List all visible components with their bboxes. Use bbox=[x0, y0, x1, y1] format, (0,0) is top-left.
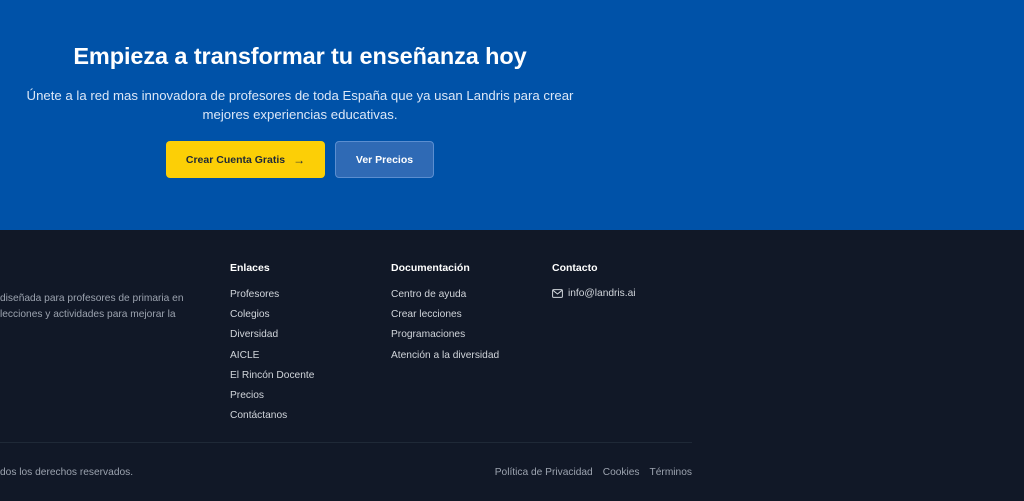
footer-link-diversidad[interactable]: Diversidad bbox=[230, 328, 314, 348]
footer-link-rincon-docente[interactable]: El Rincón Docente bbox=[230, 369, 314, 389]
footer-contact-title: Contacto bbox=[552, 262, 598, 274]
footer-about-line: diseñada para profesores de primaria en bbox=[0, 293, 184, 304]
footer-link-colegios[interactable]: Colegios bbox=[230, 308, 314, 328]
arrow-right-icon: → bbox=[293, 152, 306, 167]
create-account-button[interactable]: Crear Cuenta Gratis → bbox=[166, 141, 325, 178]
footer-about: diseñada para profesores de primaria en … bbox=[0, 291, 200, 322]
footer-about-line: lecciones y actividades para mejorar la bbox=[0, 308, 176, 320]
privacy-policy-link[interactable]: Política de Privacidad bbox=[495, 467, 593, 478]
contact-email: info@landris.ai bbox=[568, 288, 636, 299]
footer-docs-title: Documentación bbox=[391, 262, 470, 274]
view-pricing-button[interactable]: Ver Precios bbox=[335, 141, 434, 178]
terms-link[interactable]: Términos bbox=[650, 467, 692, 478]
copyright-text: dos los derechos reservados. bbox=[0, 467, 134, 478]
footer-docs-column: Documentación Centro de ayuda Crear lecc… bbox=[391, 262, 499, 369]
footer-link-precios[interactable]: Precios bbox=[230, 389, 314, 409]
footer-link-aicle[interactable]: AICLE bbox=[230, 349, 314, 369]
site-footer: diseñada para profesores de primaria en … bbox=[0, 230, 1024, 501]
legal-links: Política de Privacidad Cookies Términos bbox=[495, 467, 692, 478]
contact-email-link[interactable]: info@landris.ai bbox=[552, 288, 636, 299]
footer-doc-programaciones[interactable]: Programaciones bbox=[391, 328, 499, 348]
footer-divider bbox=[0, 442, 692, 443]
create-account-label: Crear Cuenta Gratis bbox=[185, 153, 286, 166]
footer-link-contactanos[interactable]: Contáctanos bbox=[230, 409, 314, 429]
footer-doc-centro-ayuda[interactable]: Centro de ayuda bbox=[391, 288, 499, 308]
footer-links-title: Enlaces bbox=[230, 262, 270, 274]
footer-doc-crear-lecciones[interactable]: Crear lecciones bbox=[391, 308, 499, 328]
cookies-link[interactable]: Cookies bbox=[603, 467, 640, 478]
mail-icon bbox=[552, 289, 563, 298]
footer-link-profesores[interactable]: Profesores bbox=[230, 288, 314, 308]
footer-doc-atencion-diversidad[interactable]: Atención a la diversidad bbox=[391, 349, 499, 369]
cta-subtitle: Únete a la red mas innovadora de profeso… bbox=[26, 88, 574, 122]
view-pricing-label: Ver Precios bbox=[355, 153, 414, 166]
footer-links-column: Enlaces Profesores Colegios Diversidad A… bbox=[230, 262, 314, 429]
footer-contact-column: Contacto info@landris.ai bbox=[552, 262, 636, 299]
cta-title: Empieza a transformar tu enseñanza hoy bbox=[73, 43, 527, 69]
cta-section: Empieza a transformar tu enseñanza hoy Ú… bbox=[0, 0, 1024, 230]
